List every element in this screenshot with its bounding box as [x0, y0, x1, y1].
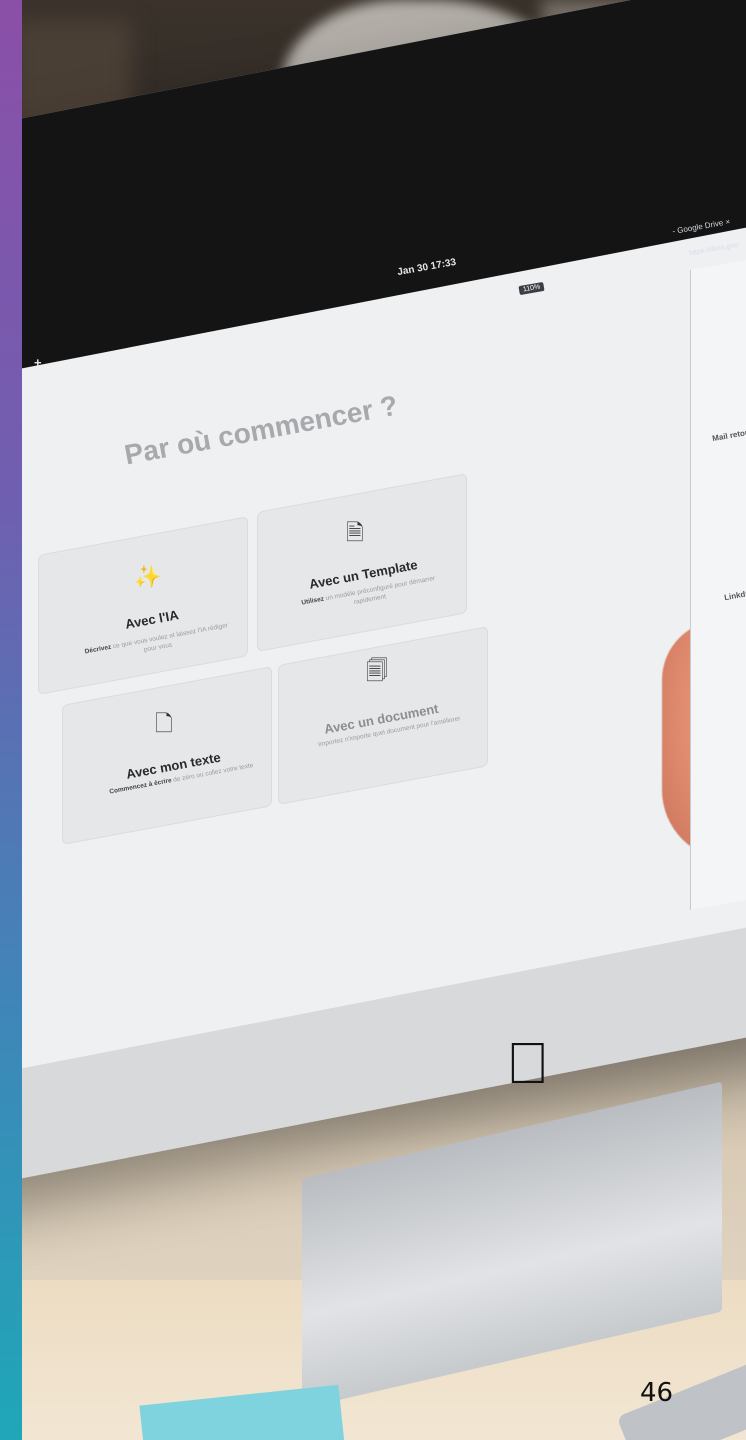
url-bar[interactable]: https://docs.goo [689, 242, 739, 257]
zoom-level[interactable]: 110% [518, 281, 545, 296]
menubar-clock: Jan 30 17:33 [396, 256, 458, 279]
browser-tab[interactable]: - Google Drive × [672, 217, 731, 236]
card-texte[interactable] [62, 666, 272, 845]
doc-side-pane [690, 255, 746, 910]
blank-file-icon: 🗋 [155, 711, 173, 736]
page-number: 46 [640, 1378, 674, 1408]
card-ia[interactable] [38, 516, 248, 695]
new-tab-button[interactable]: + [34, 355, 42, 370]
magic-wand-icon: ✨ [134, 564, 162, 589]
screen-ui: + Jan 30 17:33 - Google Drive × https://… [22, 0, 746, 1440]
side-gradient-bar [0, 0, 22, 1440]
document-icon: 🗐 [366, 658, 388, 683]
page-title: Par où commencer ? [122, 389, 400, 471]
card-template[interactable] [257, 473, 467, 652]
template-file-icon: 🗎 [346, 520, 364, 545]
